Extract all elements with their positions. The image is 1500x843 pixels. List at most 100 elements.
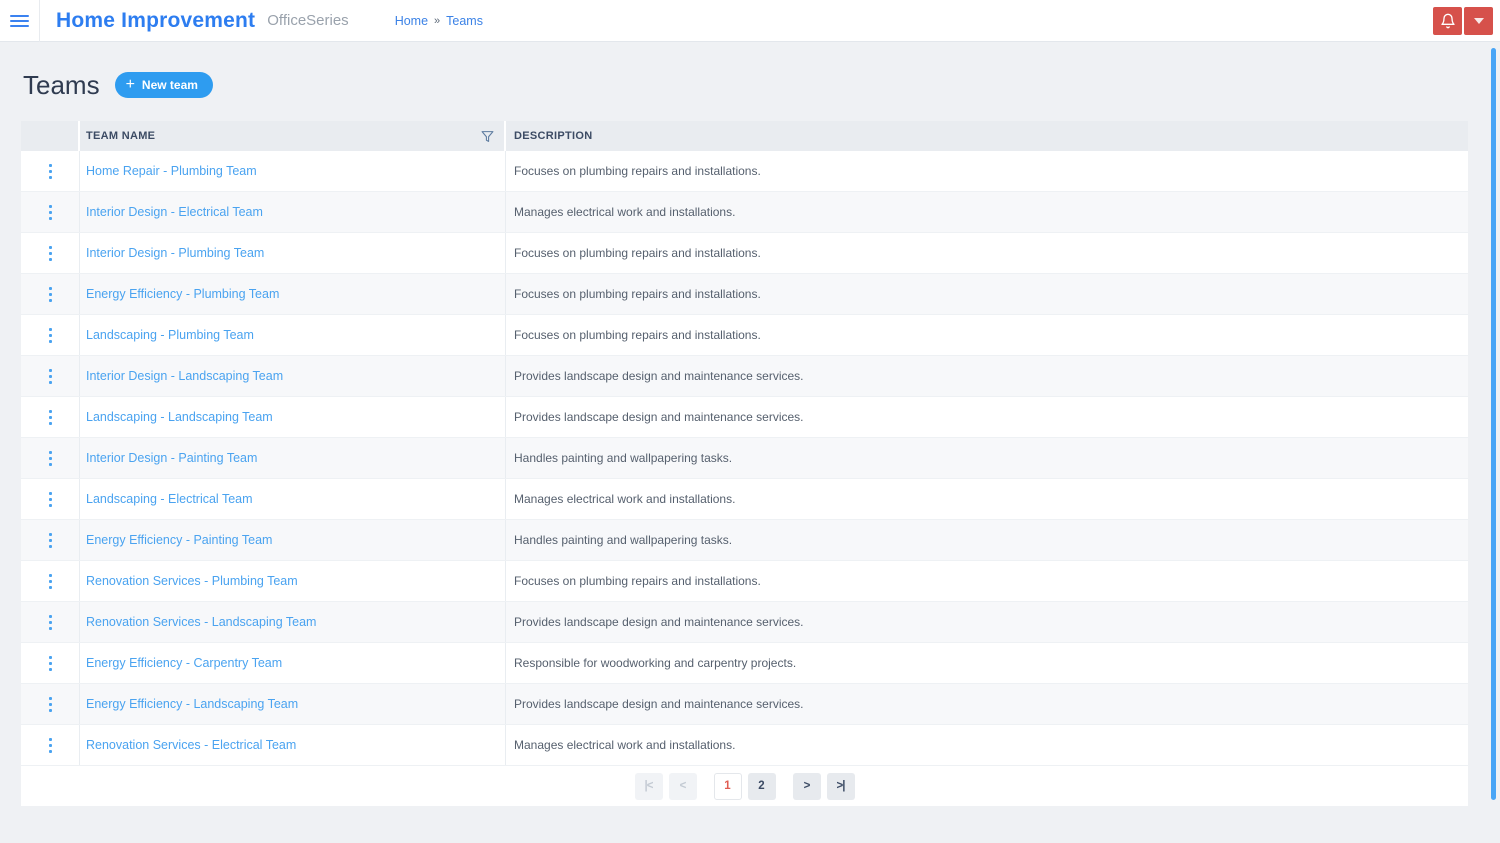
- team-name-column-header: TEAM NAME: [80, 121, 506, 151]
- row-menu-icon[interactable]: [45, 570, 56, 593]
- page-head: Teams + New team: [23, 70, 1468, 100]
- row-name-cell: Interior Design - Plumbing Team: [80, 233, 506, 273]
- row-name-cell: Renovation Services - Electrical Team: [80, 725, 506, 765]
- row-name-cell: Energy Efficiency - Plumbing Team: [80, 274, 506, 314]
- table-row: Home Repair - Plumbing Team Focuses on p…: [21, 151, 1468, 192]
- team-name-link[interactable]: Energy Efficiency - Plumbing Team: [86, 287, 279, 301]
- teams-table: TEAM NAME DESCRIPTION Home Repair - Plum…: [21, 121, 1468, 806]
- pagination-next-button[interactable]: >: [792, 772, 821, 800]
- plus-icon: +: [125, 75, 135, 93]
- page-title: Teams: [23, 69, 100, 100]
- breadcrumb-home-link[interactable]: Home: [395, 14, 428, 28]
- team-name-link[interactable]: Landscaping - Plumbing Team: [86, 328, 254, 342]
- team-name-link[interactable]: Landscaping - Electrical Team: [86, 492, 253, 506]
- description-column-header: DESCRIPTION: [506, 121, 1468, 151]
- row-name-cell: Home Repair - Plumbing Team: [80, 151, 506, 191]
- filter-icon[interactable]: [481, 130, 494, 143]
- pagination-page-button-1[interactable]: 1: [713, 772, 742, 800]
- new-team-button-label: New team: [141, 78, 198, 92]
- team-name-link[interactable]: Renovation Services - Landscaping Team: [86, 615, 316, 629]
- team-name-link[interactable]: Energy Efficiency - Painting Team: [86, 533, 272, 547]
- team-name-link[interactable]: Renovation Services - Electrical Team: [86, 738, 296, 752]
- row-actions-cell: [21, 315, 80, 355]
- table-row: Interior Design - Painting Team Handles …: [21, 438, 1468, 479]
- page-scrollbar[interactable]: [1491, 48, 1496, 800]
- team-name-link[interactable]: Interior Design - Painting Team: [86, 451, 257, 465]
- team-name-link[interactable]: Interior Design - Landscaping Team: [86, 369, 283, 383]
- team-description: Focuses on plumbing repairs and installa…: [514, 164, 761, 178]
- row-menu-icon[interactable]: [45, 283, 56, 306]
- row-menu-icon[interactable]: [45, 652, 56, 675]
- team-name-link[interactable]: Interior Design - Electrical Team: [86, 205, 263, 219]
- app-title: Home Improvement: [56, 8, 256, 32]
- row-menu-icon[interactable]: [45, 447, 56, 470]
- hamburger-menu-icon[interactable]: [0, 0, 39, 41]
- team-description: Provides landscape design and maintenanc…: [514, 410, 804, 424]
- team-description: Focuses on plumbing repairs and installa…: [514, 246, 761, 260]
- row-name-cell: Energy Efficiency - Carpentry Team: [80, 643, 506, 683]
- row-name-cell: Interior Design - Painting Team: [80, 438, 506, 478]
- row-menu-icon[interactable]: [45, 488, 56, 511]
- table-row: Landscaping - Plumbing Team Focuses on p…: [21, 315, 1468, 356]
- team-description: Responsible for woodworking and carpentr…: [514, 656, 797, 670]
- top-bar: Home Improvement OfficeSeries Home » Tea…: [0, 0, 1500, 42]
- bell-icon: [1440, 13, 1456, 29]
- row-actions-cell: [21, 520, 80, 560]
- row-menu-icon[interactable]: [45, 242, 56, 265]
- row-menu-icon[interactable]: [45, 734, 56, 757]
- row-actions-cell: [21, 561, 80, 601]
- row-menu-icon[interactable]: [45, 529, 56, 552]
- row-actions-cell: [21, 151, 80, 191]
- main-content: Teams + New team TEAM NAME DESCRIPTION H…: [0, 70, 1500, 806]
- row-menu-icon[interactable]: [45, 611, 56, 634]
- row-menu-icon[interactable]: [45, 324, 56, 347]
- team-name-link[interactable]: Renovation Services - Plumbing Team: [86, 574, 298, 588]
- row-menu-icon[interactable]: [45, 365, 56, 388]
- account-dropdown-button[interactable]: [1464, 6, 1493, 35]
- table-header-row: TEAM NAME DESCRIPTION: [21, 121, 1468, 151]
- row-actions-cell: [21, 684, 80, 724]
- team-name-link[interactable]: Home Repair - Plumbing Team: [86, 164, 257, 178]
- table-row: Interior Design - Electrical Team Manage…: [21, 192, 1468, 233]
- new-team-button[interactable]: + New team: [114, 72, 213, 98]
- row-name-cell: Interior Design - Landscaping Team: [80, 356, 506, 396]
- team-name-link[interactable]: Energy Efficiency - Landscaping Team: [86, 697, 298, 711]
- table-row: Landscaping - Landscaping Team Provides …: [21, 397, 1468, 438]
- breadcrumb: Home » Teams: [395, 14, 483, 28]
- table-row: Energy Efficiency - Carpentry Team Respo…: [21, 643, 1468, 684]
- team-name-link[interactable]: Energy Efficiency - Carpentry Team: [86, 656, 282, 670]
- row-actions-cell: [21, 479, 80, 519]
- pagination-page-button-2[interactable]: 2: [747, 772, 776, 800]
- pagination: |< < 12 > >|: [21, 766, 1468, 806]
- table-row: Energy Efficiency - Painting Team Handle…: [21, 520, 1468, 561]
- table-body: Home Repair - Plumbing Team Focuses on p…: [21, 151, 1468, 766]
- notifications-button[interactable]: [1433, 6, 1462, 35]
- breadcrumb-separator: »: [434, 14, 441, 27]
- row-menu-icon[interactable]: [45, 201, 56, 224]
- row-actions-cell: [21, 602, 80, 642]
- pagination-first-button[interactable]: |<: [634, 772, 663, 800]
- row-menu-icon[interactable]: [45, 693, 56, 716]
- team-description: Handles painting and wallpapering tasks.: [514, 451, 733, 465]
- team-description: Focuses on plumbing repairs and installa…: [514, 328, 761, 342]
- app-subtitle: OfficeSeries: [267, 12, 349, 29]
- team-description: Focuses on plumbing repairs and installa…: [514, 287, 761, 301]
- team-description: Focuses on plumbing repairs and installa…: [514, 574, 761, 588]
- pagination-last-button[interactable]: >|: [826, 772, 855, 800]
- table-row: Interior Design - Plumbing Team Focuses …: [21, 233, 1468, 274]
- row-actions-cell: [21, 643, 80, 683]
- row-name-cell: Interior Design - Electrical Team: [80, 192, 506, 232]
- pagination-prev-button[interactable]: <: [668, 772, 697, 800]
- breadcrumb-current-link[interactable]: Teams: [446, 14, 483, 28]
- row-actions-cell: [21, 356, 80, 396]
- actions-column-header: [21, 121, 80, 151]
- team-name-link[interactable]: Landscaping - Landscaping Team: [86, 410, 273, 424]
- team-name-link[interactable]: Interior Design - Plumbing Team: [86, 246, 264, 260]
- row-menu-icon[interactable]: [45, 160, 56, 183]
- row-name-cell: Landscaping - Landscaping Team: [80, 397, 506, 437]
- caret-down-icon: [1473, 17, 1484, 24]
- description-column-label: DESCRIPTION: [514, 130, 593, 142]
- team-description: Manages electrical work and installation…: [514, 492, 736, 506]
- row-menu-icon[interactable]: [45, 406, 56, 429]
- row-name-cell: Renovation Services - Landscaping Team: [80, 602, 506, 642]
